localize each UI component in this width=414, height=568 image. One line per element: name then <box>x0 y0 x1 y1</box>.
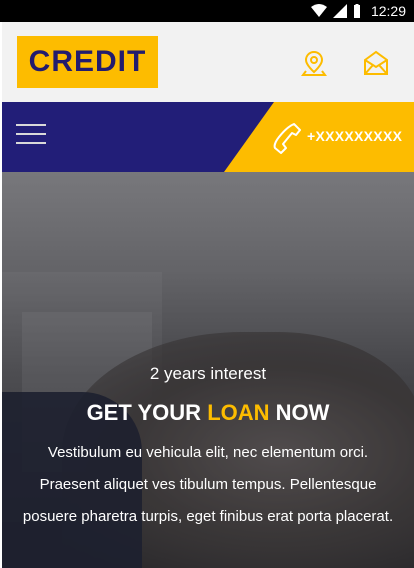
phone-number[interactable]: +XXXXXXXXX <box>307 128 402 144</box>
location-icon[interactable] <box>300 49 328 77</box>
hero-subtitle: 2 years interest <box>149 364 267 383</box>
hero-title-accent: LOAN <box>207 400 270 425</box>
header: CREDIT <box>2 22 414 102</box>
logo-text: CREDIT <box>28 45 147 78</box>
battery-icon <box>353 4 360 18</box>
hero-banner: 2 years interest GET YOUR LOAN NOW Vesti… <box>2 172 414 568</box>
signal-icon <box>332 4 347 18</box>
mail-icon[interactable] <box>362 49 390 77</box>
hero-title-suffix: NOW <box>275 400 330 425</box>
wifi-icon <box>310 4 327 17</box>
hero-description: Vestibulum eu vehicula elit, nec element… <box>22 444 394 525</box>
phone-icon[interactable] <box>272 122 302 154</box>
main-navbar: +XXXXXXXXX <box>2 102 414 172</box>
logo[interactable]: CREDIT <box>17 36 158 88</box>
hamburger-icon[interactable] <box>16 124 48 148</box>
status-bar: 12:29 <box>0 0 414 22</box>
status-time: 12:29 <box>370 3 406 19</box>
hero-title-prefix: GET YOUR <box>86 400 202 425</box>
hero-title: GET YOUR LOAN NOW <box>2 400 414 426</box>
